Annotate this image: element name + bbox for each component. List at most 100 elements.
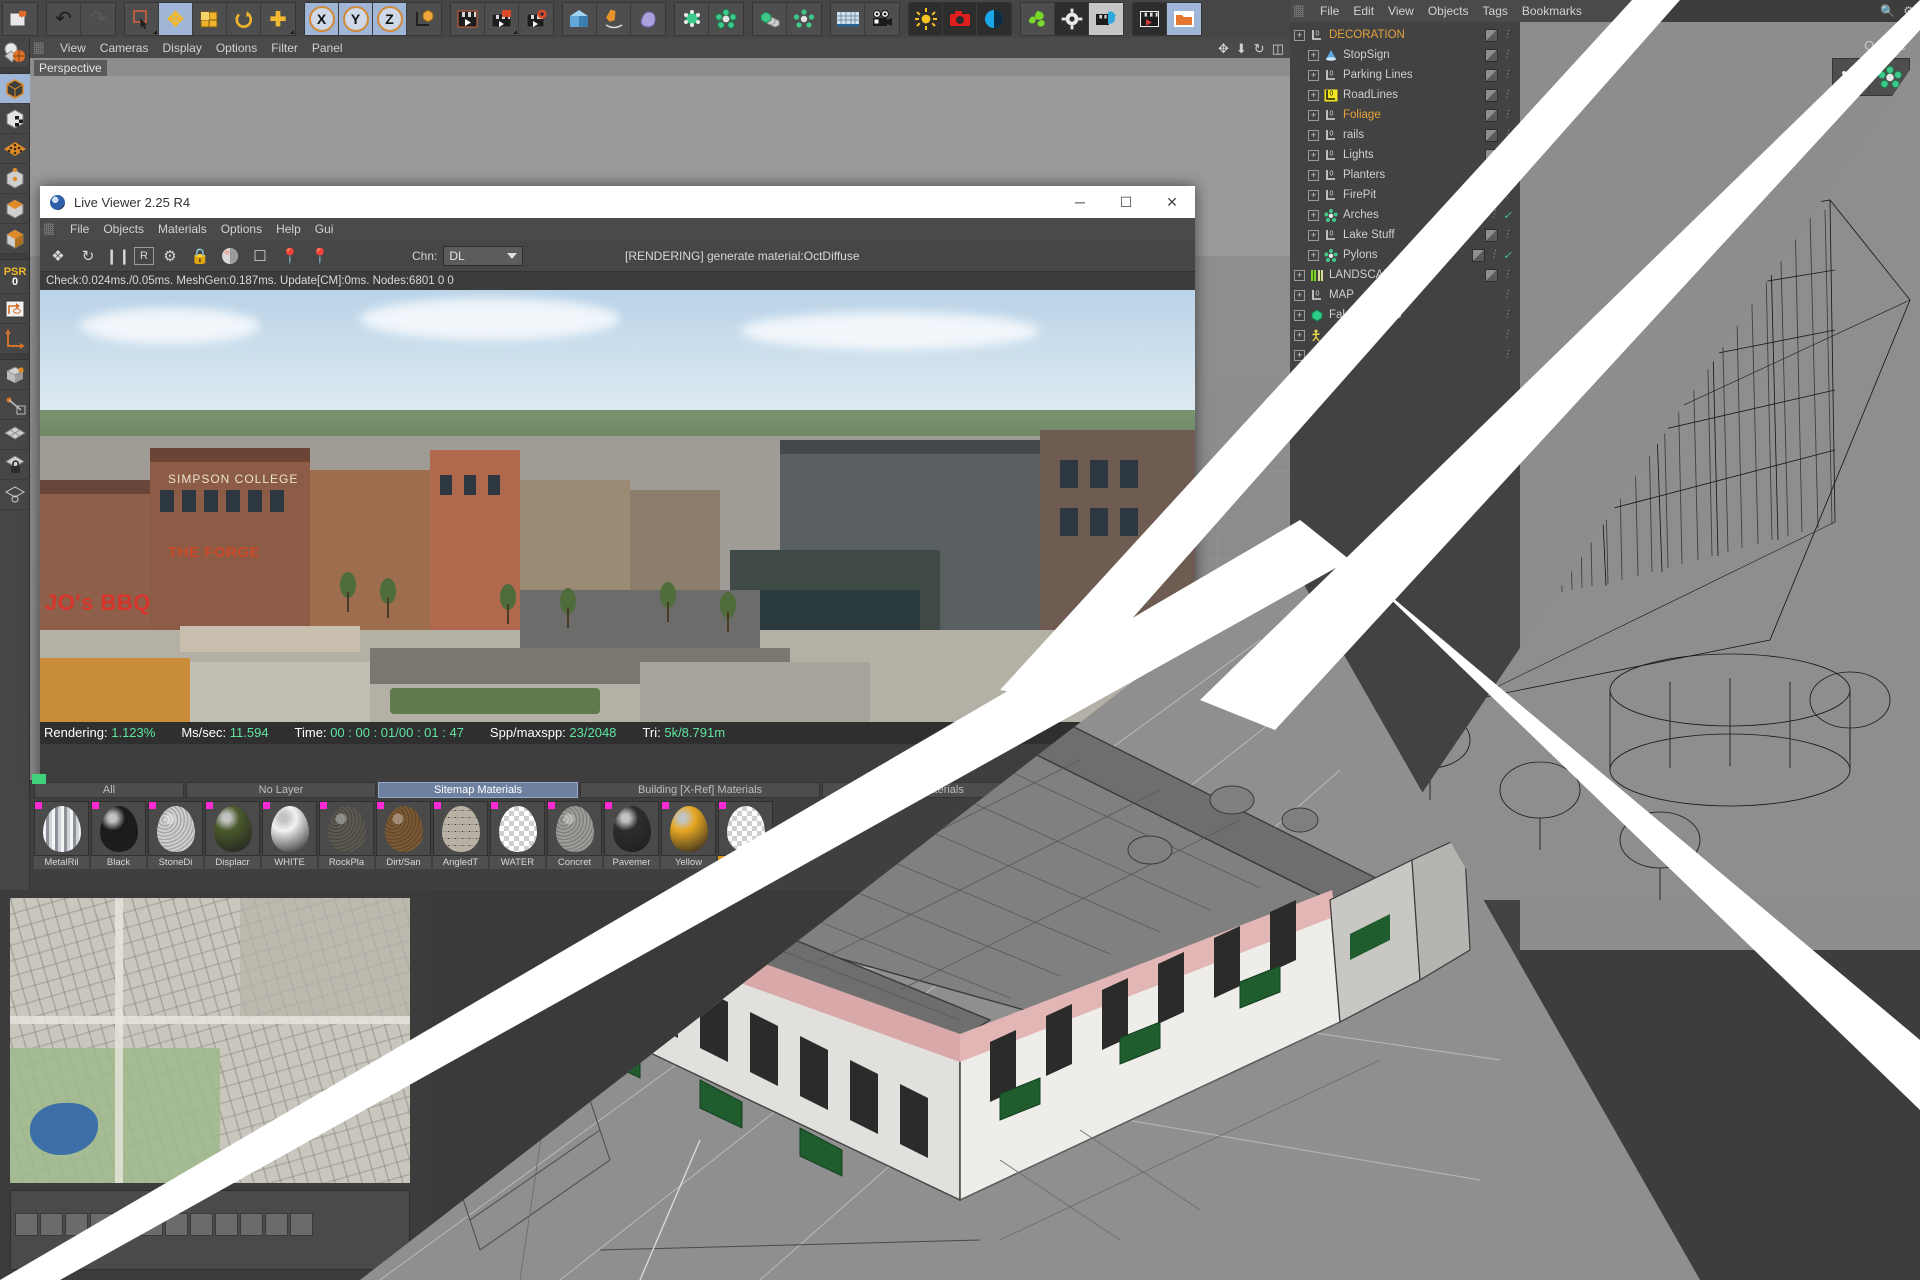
z-axis-icon[interactable]: Z <box>373 3 407 35</box>
move-icon[interactable]: ✥ <box>159 3 193 35</box>
dolly-icon[interactable]: ⬇ <box>1236 41 1247 57</box>
material-picker-icon[interactable]: 📍 <box>306 243 334 269</box>
lv-menu-objects[interactable]: Objects <box>103 222 144 236</box>
material-manager[interactable]: All No Layer Sitemap Materials Building [X-… <box>30 774 1290 890</box>
lv-menu-help[interactable]: Help <box>276 222 301 236</box>
channel-selector[interactable]: Chn: DL <box>412 244 524 268</box>
thumbnail-cell[interactable] <box>115 1213 138 1236</box>
thumbnail-cell[interactable] <box>240 1213 263 1236</box>
map-thumbnail-strip[interactable] <box>10 1190 410 1270</box>
material-tab-sitemap-materials[interactable]: Sitemap Materials <box>378 782 578 798</box>
points-mode-icon[interactable] <box>0 134 30 164</box>
world-coordinates-icon[interactable] <box>0 324 30 354</box>
polygons-mode-icon[interactable] <box>0 194 30 224</box>
timeline-icon[interactable] <box>1133 3 1167 35</box>
channel-dropdown[interactable]: DL <box>443 246 524 266</box>
viewport-menu-cameras[interactable]: Cameras <box>100 41 149 55</box>
array-icon[interactable] <box>753 3 787 35</box>
material-tab-building-x-ref-materials[interactable]: Building [X-Ref] Materials <box>580 782 820 798</box>
open-file-icon[interactable] <box>3 3 37 35</box>
lv-menu-gui[interactable]: Gui <box>315 222 334 236</box>
material-swatch[interactable]: StoneDi <box>148 801 203 869</box>
thumbnail-cell[interactable] <box>215 1213 238 1236</box>
material-swatch[interactable]: AngledT <box>433 801 488 869</box>
edges-mode-icon[interactable] <box>0 164 30 194</box>
material-swatch[interactable]: Oc <box>718 801 773 869</box>
rotate-icon[interactable]: ↻ <box>1254 41 1265 57</box>
thumbnail-cell[interactable] <box>90 1213 113 1236</box>
render-view-icon[interactable] <box>451 3 485 35</box>
snap-icon[interactable] <box>0 390 30 420</box>
x-axis-icon[interactable]: X <box>305 3 339 35</box>
panel-grip-icon[interactable] <box>34 42 44 54</box>
octane-camera-icon[interactable] <box>943 3 977 35</box>
material-swatch[interactable]: Displacr <box>205 801 260 869</box>
lv-menu-file[interactable]: File <box>70 222 89 236</box>
material-swatch[interactable]: Concret <box>547 801 602 869</box>
thumbnail-cell[interactable] <box>165 1213 188 1236</box>
restart-render-icon[interactable]: ❖ <box>44 243 72 269</box>
viewport-solo-icon[interactable] <box>0 360 30 390</box>
focus-picker-icon[interactable]: 📍 <box>276 243 304 269</box>
workplane-icon[interactable] <box>0 420 30 450</box>
viewport-menu-options[interactable]: Options <box>216 41 257 55</box>
panel-grip-icon[interactable] <box>44 223 54 235</box>
material-ball-icon[interactable] <box>216 243 244 269</box>
redo-icon[interactable]: ↷ <box>81 3 115 35</box>
thumbnail-cell[interactable] <box>265 1213 288 1236</box>
picture-in-picture-icon[interactable]: ☐ <box>246 243 274 269</box>
lv-menu-options[interactable]: Options <box>221 222 262 236</box>
psr-icon[interactable]: PSR 0 <box>0 260 30 294</box>
pen-icon[interactable] <box>597 3 631 35</box>
octane-sun-icon[interactable] <box>909 3 943 35</box>
material-swatch[interactable]: Yellow <box>661 801 716 869</box>
lock-icon[interactable]: 🔒 <box>186 243 214 269</box>
select-live-icon[interactable] <box>125 3 159 35</box>
rotate-icon[interactable] <box>227 3 261 35</box>
thumbnail-cell[interactable] <box>65 1213 88 1236</box>
thumbnail-cell[interactable] <box>190 1213 213 1236</box>
scale-icon[interactable] <box>193 3 227 35</box>
viewport-menu-view[interactable]: View <box>60 41 86 55</box>
material-tab-no-layer[interactable]: No Layer <box>186 782 376 798</box>
deformer-icon[interactable] <box>787 3 821 35</box>
octane-scatter-icon[interactable] <box>1021 3 1055 35</box>
thumbnail-cell[interactable] <box>15 1213 38 1236</box>
octane-contrast-icon[interactable] <box>977 3 1011 35</box>
mograph-cloner-icon[interactable] <box>675 3 709 35</box>
settings-gear-icon[interactable]: ⚙ <box>156 243 184 269</box>
thumbnail-cell[interactable] <box>40 1213 63 1236</box>
close-icon[interactable]: ✕ <box>1149 186 1195 218</box>
render-settings-icon[interactable] <box>519 3 553 35</box>
minimize-icon[interactable]: ─ <box>1057 186 1103 218</box>
region-render-icon[interactable]: R <box>134 246 154 265</box>
maximize-icon[interactable]: ☐ <box>1103 186 1149 218</box>
site-map-image[interactable] <box>10 898 410 1183</box>
object-axis-icon[interactable] <box>0 224 30 254</box>
material-tab-foliage-materials[interactable]: Foliage Materials <box>822 782 1022 798</box>
viewport-menu-filter[interactable]: Filter <box>271 41 298 55</box>
live-viewer-window[interactable]: Live Viewer 2.25 R4 ─ ☐ ✕ File Objects M… <box>40 186 1195 786</box>
material-swatch[interactable]: WATER <box>490 801 545 869</box>
rendered-image[interactable]: SIMPSON COLLEGE THE FORGE JO's BBQ <box>40 290 1195 722</box>
cube-icon[interactable] <box>563 3 597 35</box>
viewport-menu-panel[interactable]: Panel <box>312 41 343 55</box>
subdivision-icon[interactable] <box>631 3 665 35</box>
world-object-axis-icon[interactable] <box>407 3 441 35</box>
content-browser-icon[interactable] <box>1167 3 1201 35</box>
pan-icon[interactable]: ✥ <box>1218 41 1229 57</box>
refresh-icon[interactable]: ↻ <box>74 243 102 269</box>
model-mode-icon[interactable] <box>0 74 30 104</box>
pause-icon[interactable]: ❙❙ <box>104 243 132 269</box>
y-axis-icon[interactable]: Y <box>339 3 373 35</box>
undo-icon[interactable]: ↶ <box>47 3 81 35</box>
material-swatch[interactable]: MetalRil <box>34 801 89 869</box>
map-panel[interactable] <box>0 890 430 1280</box>
material-swatch[interactable]: WHITE <box>262 801 317 869</box>
maximize-icon[interactable]: ◫ <box>1272 41 1284 57</box>
material-swatch[interactable]: RockPla <box>319 801 374 869</box>
texture-mode-icon[interactable] <box>0 104 30 134</box>
octane-live-icon[interactable] <box>1089 3 1123 35</box>
viewport-menu-display[interactable]: Display <box>162 41 201 55</box>
material-tab-all[interactable]: All <box>34 782 184 798</box>
